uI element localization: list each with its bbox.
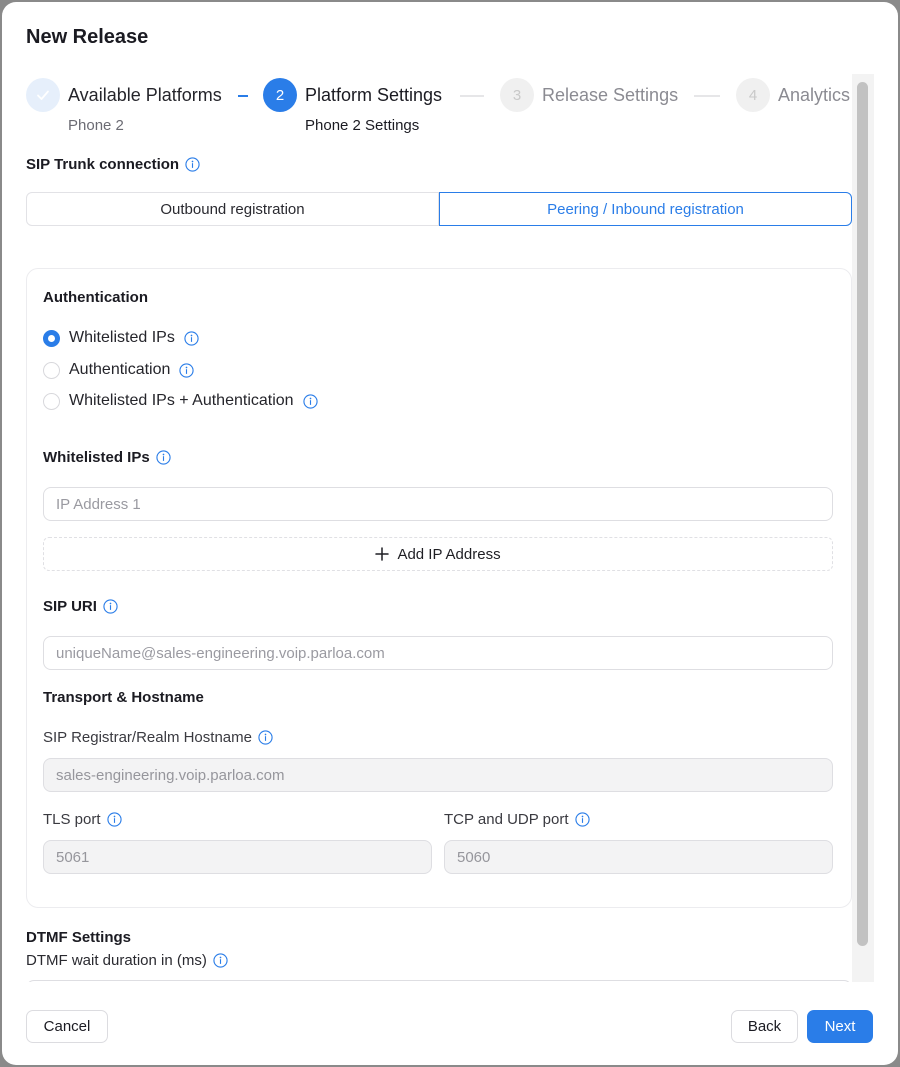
radio-button[interactable] xyxy=(43,361,60,379)
ip-address-1-input[interactable]: IP Address 1 xyxy=(43,487,833,521)
step-sublabel: Phone 2 Settings xyxy=(305,117,420,134)
info-icon[interactable] xyxy=(156,450,171,465)
dialog-scroll-area[interactable]: Available Platforms Phone 2 2 Platform S… xyxy=(2,74,872,982)
dialog-title: New Release xyxy=(26,26,149,48)
info-icon[interactable] xyxy=(258,730,273,745)
info-icon[interactable] xyxy=(213,953,228,968)
step-number: 3 xyxy=(500,78,534,112)
cancel-button[interactable]: Cancel xyxy=(26,1010,108,1043)
sip-trunk-segmented-control: Outbound registration Peering / Inbound … xyxy=(26,192,852,226)
radio-label: Whitelisted IPs + Authentication xyxy=(69,392,294,409)
stepper: Available Platforms Phone 2 2 Platform S… xyxy=(26,78,856,138)
info-icon[interactable] xyxy=(184,330,199,346)
check-icon xyxy=(26,78,60,112)
radio-authentication[interactable]: Authentication xyxy=(43,361,195,379)
whitelisted-ips-heading: Whitelisted IPs xyxy=(43,449,171,466)
tab-peering-inbound-registration[interactable]: Peering / Inbound registration xyxy=(439,192,852,226)
add-ip-address-label: Add IP Address xyxy=(397,545,501,563)
dtmf-wait-duration-label: DTMF wait duration in (ms) xyxy=(26,952,228,969)
info-icon[interactable] xyxy=(179,362,195,378)
step-label: Release Settings xyxy=(542,85,679,105)
plus-icon xyxy=(375,547,390,561)
whitelisted-ips-heading-text: Whitelisted IPs xyxy=(43,449,150,466)
radio-button[interactable] xyxy=(43,329,60,347)
tls-port-field: 5061 xyxy=(43,840,432,874)
tcp-udp-port-field: 5060 xyxy=(444,840,833,874)
dtmf-wait-duration-label-text: DTMF wait duration in (ms) xyxy=(26,952,207,969)
info-icon[interactable] xyxy=(302,393,318,409)
info-icon[interactable] xyxy=(106,812,122,827)
sip-uri-heading: SIP URI xyxy=(43,598,118,615)
step-connector xyxy=(238,95,248,97)
step-sublabel: Phone 2 xyxy=(68,117,124,134)
sip-uri-input[interactable]: uniqueName@sales-engineering.voip.parloa… xyxy=(43,636,833,670)
radio-label: Whitelisted IPs xyxy=(69,329,175,346)
dtmf-wait-duration-input[interactable] xyxy=(26,980,852,982)
sip-uri-heading-text: SIP URI xyxy=(43,598,97,615)
radio-button[interactable] xyxy=(43,392,60,410)
sip-registrar-label: SIP Registrar/Realm Hostname xyxy=(43,729,273,746)
sip-trunk-label-text: SIP Trunk connection xyxy=(26,156,180,173)
transport-hostname-heading: Transport & Hostname xyxy=(43,689,204,706)
info-icon[interactable] xyxy=(103,599,118,614)
tls-port-label: TLS port xyxy=(43,811,122,828)
step-label: Platform Settings xyxy=(305,85,443,105)
radio-whitelisted-ips[interactable]: Whitelisted IPs xyxy=(43,329,199,347)
step-number: 2 xyxy=(263,78,297,112)
info-icon[interactable] xyxy=(574,812,590,827)
back-button[interactable]: Back xyxy=(731,1010,798,1043)
tcp-udp-port-label: TCP and UDP port xyxy=(444,811,590,828)
new-release-dialog: New Release Available Platforms Phone 2 … xyxy=(2,2,898,1065)
sip-registrar-hostname-field: sales-engineering.voip.parloa.com xyxy=(43,758,833,792)
peering-settings-card: Authentication Whitelisted IPs Authentic… xyxy=(26,268,852,908)
sip-trunk-label: SIP Trunk connection xyxy=(26,156,200,173)
step-label: Available Platforms xyxy=(68,85,222,105)
step-number: 4 xyxy=(736,78,770,112)
authentication-heading: Authentication xyxy=(43,289,148,306)
step-connector xyxy=(460,95,484,97)
add-ip-address-button[interactable]: Add IP Address xyxy=(43,537,833,571)
tls-port-label-text: TLS port xyxy=(43,811,101,828)
step-connector xyxy=(694,95,720,97)
step-label: Analytics xyxy=(778,85,851,105)
tab-outbound-registration[interactable]: Outbound registration xyxy=(26,192,439,226)
info-icon[interactable] xyxy=(185,157,200,172)
radio-label: Authentication xyxy=(69,361,171,378)
tcp-udp-port-label-text: TCP and UDP port xyxy=(444,811,569,828)
dtmf-settings-heading: DTMF Settings xyxy=(26,929,131,946)
sip-registrar-label-text: SIP Registrar/Realm Hostname xyxy=(43,729,252,746)
radio-whitelisted-ips-authentication[interactable]: Whitelisted IPs + Authentication xyxy=(43,392,318,410)
next-button[interactable]: Next xyxy=(807,1010,873,1043)
scrollbar-thumb[interactable] xyxy=(857,82,868,946)
